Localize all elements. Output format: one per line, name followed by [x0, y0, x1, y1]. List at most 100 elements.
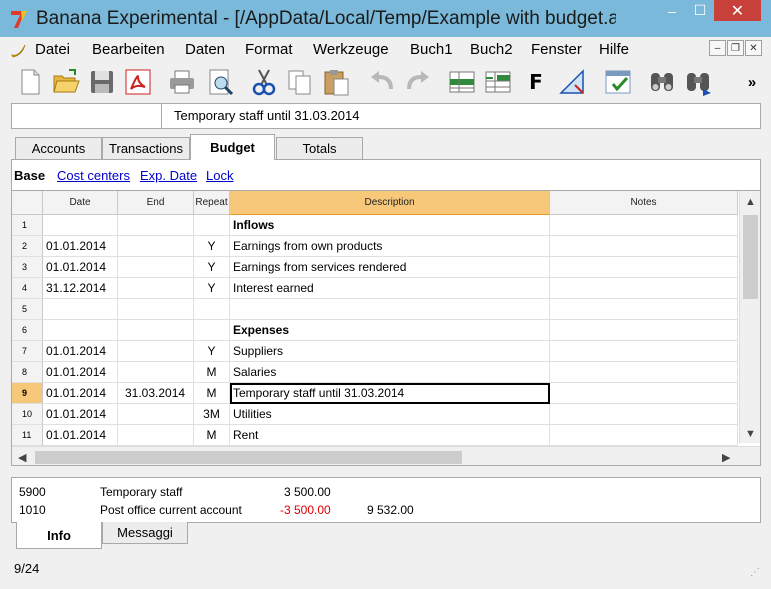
row-number[interactable]: 4 — [12, 278, 43, 299]
row-number[interactable]: 5 — [12, 299, 43, 320]
cell-content-field[interactable]: Temporary staff until 31.03.2014 — [174, 108, 360, 123]
row-number[interactable]: 7 — [12, 341, 43, 362]
print-preview-icon[interactable] — [204, 66, 236, 98]
cell-description[interactable]: Salaries — [230, 362, 550, 383]
cell-repeat[interactable]: Y — [194, 278, 230, 299]
cell-description[interactable]: Expenses — [230, 320, 550, 341]
cell-end[interactable] — [118, 404, 194, 425]
menu-buch1[interactable]: Buch1 — [410, 41, 453, 58]
cell-repeat[interactable]: Y — [194, 341, 230, 362]
find-next-icon[interactable] — [682, 66, 714, 98]
cell-repeat[interactable]: M — [194, 425, 230, 446]
menu-buch2[interactable]: Buch2 — [470, 41, 513, 58]
table-row[interactable]: 2 01.01.2014 Y Earnings from own products — [12, 236, 738, 257]
print-icon[interactable] — [166, 66, 198, 98]
mdi-minimize-button[interactable]: – — [709, 40, 726, 56]
cell-notes[interactable] — [550, 341, 738, 362]
pdf-icon[interactable] — [122, 66, 154, 98]
cell-date[interactable]: 01.01.2014 — [43, 257, 118, 278]
row-number[interactable]: 2 — [12, 236, 43, 257]
cell-notes[interactable] — [550, 215, 738, 236]
row-number[interactable]: 3 — [12, 257, 43, 278]
cell-date[interactable]: 01.01.2014 — [43, 341, 118, 362]
cell-notes[interactable] — [550, 299, 738, 320]
menu-format[interactable]: Format — [245, 41, 293, 58]
table-row[interactable]: 1 Inflows — [12, 215, 738, 236]
format-bold-icon[interactable]: F — [520, 66, 552, 98]
add-rows-icon[interactable] — [482, 66, 514, 98]
cell-repeat[interactable] — [194, 215, 230, 236]
cell-repeat[interactable]: Y — [194, 257, 230, 278]
row-number[interactable]: 10 — [12, 404, 43, 425]
banana-menu-icon[interactable] — [10, 41, 28, 59]
find-icon[interactable] — [646, 66, 678, 98]
cell-date[interactable]: 01.01.2014 — [43, 425, 118, 446]
cell-notes[interactable] — [550, 404, 738, 425]
horizontal-scrollbar[interactable]: ◀ ▶ — [12, 446, 760, 465]
cell-notes[interactable] — [550, 362, 738, 383]
tab-messaggi[interactable]: Messaggi — [102, 522, 188, 544]
cell-description[interactable]: Earnings from services rendered — [230, 257, 550, 278]
cell-date[interactable]: 01.01.2014 — [43, 383, 118, 404]
column-header-end[interactable]: End — [118, 191, 194, 215]
table-row[interactable]: 5 — [12, 299, 738, 320]
insert-row-icon[interactable] — [446, 66, 478, 98]
resize-grip-icon[interactable]: ⋰ — [750, 567, 760, 578]
cell-date[interactable]: 01.01.2014 — [43, 362, 118, 383]
cell-description[interactable]: Utilities — [230, 404, 550, 425]
cell-repeat[interactable] — [194, 299, 230, 320]
window-minimize-button[interactable]: – — [658, 0, 686, 21]
menu-bearbeiten[interactable]: Bearbeiten — [92, 41, 165, 58]
cell-repeat[interactable]: M — [194, 383, 230, 404]
row-number[interactable]: 11 — [12, 425, 43, 446]
view-link-exp-date[interactable]: Exp. Date — [140, 168, 197, 183]
save-icon[interactable] — [86, 66, 118, 98]
row-number[interactable]: 1 — [12, 215, 43, 236]
menu-datei[interactable]: Datei — [35, 41, 70, 58]
menu-fenster[interactable]: Fenster — [531, 41, 582, 58]
row-number[interactable]: 9 — [12, 383, 43, 404]
menu-hilfe[interactable]: Hilfe — [599, 41, 629, 58]
table-row[interactable]: 4 31.12.2014 Y Interest earned — [12, 278, 738, 299]
window-close-button[interactable]: ✕ — [714, 0, 761, 21]
cell-repeat[interactable]: 3M — [194, 404, 230, 425]
table-row[interactable]: 6 Expenses — [12, 320, 738, 341]
cell-repeat[interactable]: M — [194, 362, 230, 383]
cell-end[interactable] — [118, 299, 194, 320]
table-row[interactable]: 9 01.01.2014 31.03.2014 M Temporary staff un… — [12, 383, 738, 404]
cell-end[interactable]: 31.03.2014 — [118, 383, 194, 404]
redo-icon[interactable] — [402, 66, 434, 98]
scroll-up-icon[interactable]: ▲ — [745, 196, 756, 208]
column-header-description[interactable]: Description — [230, 191, 550, 215]
cell-description[interactable]: Interest earned — [230, 278, 550, 299]
cell-description[interactable]: Temporary staff until 31.03.2014 — [230, 383, 550, 404]
view-link-cost-centers[interactable]: Cost centers — [57, 168, 130, 183]
column-header-date[interactable]: Date — [43, 191, 118, 215]
scroll-right-icon[interactable]: ▶ — [722, 451, 730, 464]
cell-date[interactable]: 01.01.2014 — [43, 404, 118, 425]
table-row[interactable]: 11 01.01.2014 M Rent — [12, 425, 738, 446]
column-header-notes[interactable]: Notes — [550, 191, 738, 215]
undo-icon[interactable] — [366, 66, 398, 98]
cell-reference-field[interactable] — [12, 104, 162, 128]
table-row[interactable]: 7 01.01.2014 Y Suppliers — [12, 341, 738, 362]
cell-date[interactable] — [43, 215, 118, 236]
open-folder-icon[interactable] — [50, 66, 82, 98]
cell-repeat[interactable]: Y — [194, 236, 230, 257]
cell-date[interactable] — [43, 299, 118, 320]
cell-date[interactable] — [43, 320, 118, 341]
cell-description[interactable]: Earnings from own products — [230, 236, 550, 257]
cell-notes[interactable] — [550, 257, 738, 278]
menu-werkzeuge[interactable]: Werkzeuge — [313, 41, 389, 58]
cell-description[interactable]: Inflows — [230, 215, 550, 236]
cell-description[interactable]: Rent — [230, 425, 550, 446]
paste-icon[interactable] — [320, 66, 352, 98]
menu-daten[interactable]: Daten — [185, 41, 225, 58]
table-row[interactable]: 3 01.01.2014 Y Earnings from services rende… — [12, 257, 738, 278]
mdi-restore-button[interactable]: ❐ — [727, 40, 744, 56]
row-number[interactable]: 8 — [12, 362, 43, 383]
cell-end[interactable] — [118, 320, 194, 341]
vertical-scrollbar[interactable]: ▲ ▼ — [739, 191, 760, 443]
view-link-lock[interactable]: Lock — [206, 168, 233, 183]
copy-icon[interactable] — [284, 66, 316, 98]
